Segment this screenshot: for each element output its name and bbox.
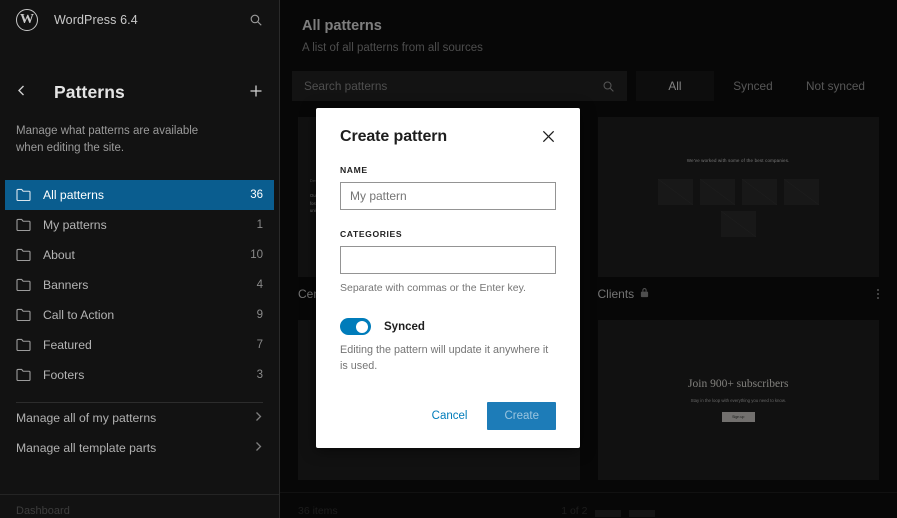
chevron-right-icon	[254, 411, 263, 425]
name-field-label: NAME	[340, 165, 556, 175]
patterns-header: Patterns	[0, 75, 279, 109]
app-root: W WordPress 6.4 Patterns Manage what p	[0, 0, 897, 518]
search-icon[interactable]	[249, 13, 263, 27]
page-title: Patterns	[54, 82, 125, 103]
chevron-left-icon[interactable]	[16, 84, 34, 100]
manage-link-label: Manage all of my patterns	[16, 411, 156, 425]
category-count: 1	[257, 219, 263, 231]
synced-toggle[interactable]	[340, 318, 371, 335]
sidebar-item-gallery[interactable]: Gallery 1	[5, 390, 274, 402]
folder-icon	[16, 398, 31, 402]
folder-icon	[16, 338, 31, 351]
category-count: 36	[250, 189, 263, 201]
close-icon[interactable]	[541, 129, 556, 144]
folder-icon	[16, 218, 31, 231]
plus-icon[interactable]	[249, 84, 263, 101]
sidebar-item-call-to-action[interactable]: Call to Action 9	[5, 300, 274, 330]
sidebar-item-footers[interactable]: Footers 3	[5, 360, 274, 390]
create-pattern-dialog: Create pattern NAME CATEGORIES Separate …	[316, 108, 580, 448]
create-button[interactable]: Create	[487, 402, 556, 430]
category-label: About	[43, 248, 75, 262]
folder-icon	[16, 188, 31, 201]
dialog-title: Create pattern	[340, 128, 447, 146]
category-count: 1	[257, 399, 263, 402]
sidebar-description: Manage what patterns are available when …	[0, 123, 230, 158]
manage-link-label: Manage all template parts	[16, 441, 156, 455]
synced-toggle-row: Synced	[340, 318, 556, 335]
sidebar-footer[interactable]: Dashboard	[0, 494, 279, 518]
cancel-button[interactable]: Cancel	[424, 404, 476, 428]
category-label: Footers	[43, 368, 84, 382]
sidebar-item-featured[interactable]: Featured 7	[5, 330, 274, 360]
category-label: Call to Action	[43, 308, 114, 322]
folder-icon	[16, 368, 31, 381]
categories-help-text: Separate with commas or the Enter key.	[340, 282, 556, 294]
sidebar-footer-label: Dashboard	[16, 505, 70, 517]
dialog-actions: Cancel Create	[340, 402, 556, 430]
category-label: My patterns	[43, 218, 107, 232]
category-label: Featured	[43, 338, 92, 352]
dialog-header: Create pattern	[340, 128, 556, 146]
toggle-knob	[356, 321, 368, 333]
categories-input[interactable]	[340, 246, 556, 274]
name-input[interactable]	[340, 182, 556, 210]
sidebar-item-my-patterns[interactable]: My patterns 1	[5, 210, 274, 240]
synced-label: Synced	[384, 321, 425, 333]
folder-icon	[16, 248, 31, 261]
manage-template-parts-link[interactable]: Manage all template parts	[0, 433, 279, 463]
category-label: Banners	[43, 278, 88, 292]
folder-icon	[16, 278, 31, 291]
category-count: 3	[257, 369, 263, 381]
category-count: 4	[257, 279, 263, 291]
synced-help-text: Editing the pattern will update it anywh…	[340, 342, 556, 374]
chevron-right-icon	[254, 441, 263, 455]
category-count: 10	[250, 249, 263, 261]
category-count: 9	[257, 309, 263, 321]
categories-field-label: CATEGORIES	[340, 229, 556, 239]
sidebar-item-all-patterns[interactable]: All patterns 36	[5, 180, 274, 210]
folder-icon	[16, 308, 31, 321]
category-count: 7	[257, 339, 263, 351]
sidebar: W WordPress 6.4 Patterns Manage what p	[0, 0, 280, 518]
category-list: All patterns 36 My patterns 1 About 10 B…	[0, 180, 279, 402]
wordpress-logo-icon[interactable]: W	[16, 9, 38, 31]
wordpress-version-label: WordPress 6.4	[54, 13, 138, 27]
category-label: All patterns	[43, 188, 104, 202]
sidebar-top-bar: W WordPress 6.4	[0, 0, 279, 40]
sidebar-item-about[interactable]: About 10	[5, 240, 274, 270]
manage-my-patterns-link[interactable]: Manage all of my patterns	[0, 403, 279, 433]
category-label: Gallery	[43, 398, 82, 402]
sidebar-item-banners[interactable]: Banners 4	[5, 270, 274, 300]
